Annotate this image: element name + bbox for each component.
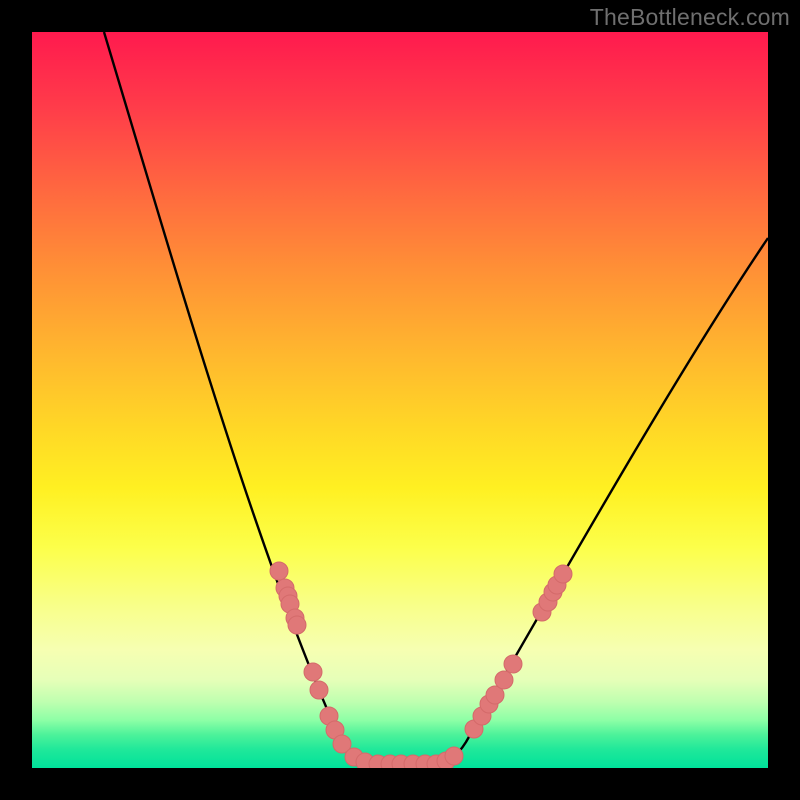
data-dot bbox=[554, 565, 572, 583]
data-dot bbox=[304, 663, 322, 681]
bottleneck-curve bbox=[104, 32, 768, 763]
data-dots bbox=[270, 562, 572, 768]
curve-svg bbox=[32, 32, 768, 768]
chart-frame: TheBottleneck.com bbox=[0, 0, 800, 800]
data-dot bbox=[270, 562, 288, 580]
watermark-text: TheBottleneck.com bbox=[590, 4, 790, 31]
data-dot bbox=[445, 747, 463, 765]
data-dot bbox=[495, 671, 513, 689]
data-dot bbox=[504, 655, 522, 673]
plot-area bbox=[32, 32, 768, 768]
data-dot bbox=[310, 681, 328, 699]
data-dot bbox=[288, 616, 306, 634]
